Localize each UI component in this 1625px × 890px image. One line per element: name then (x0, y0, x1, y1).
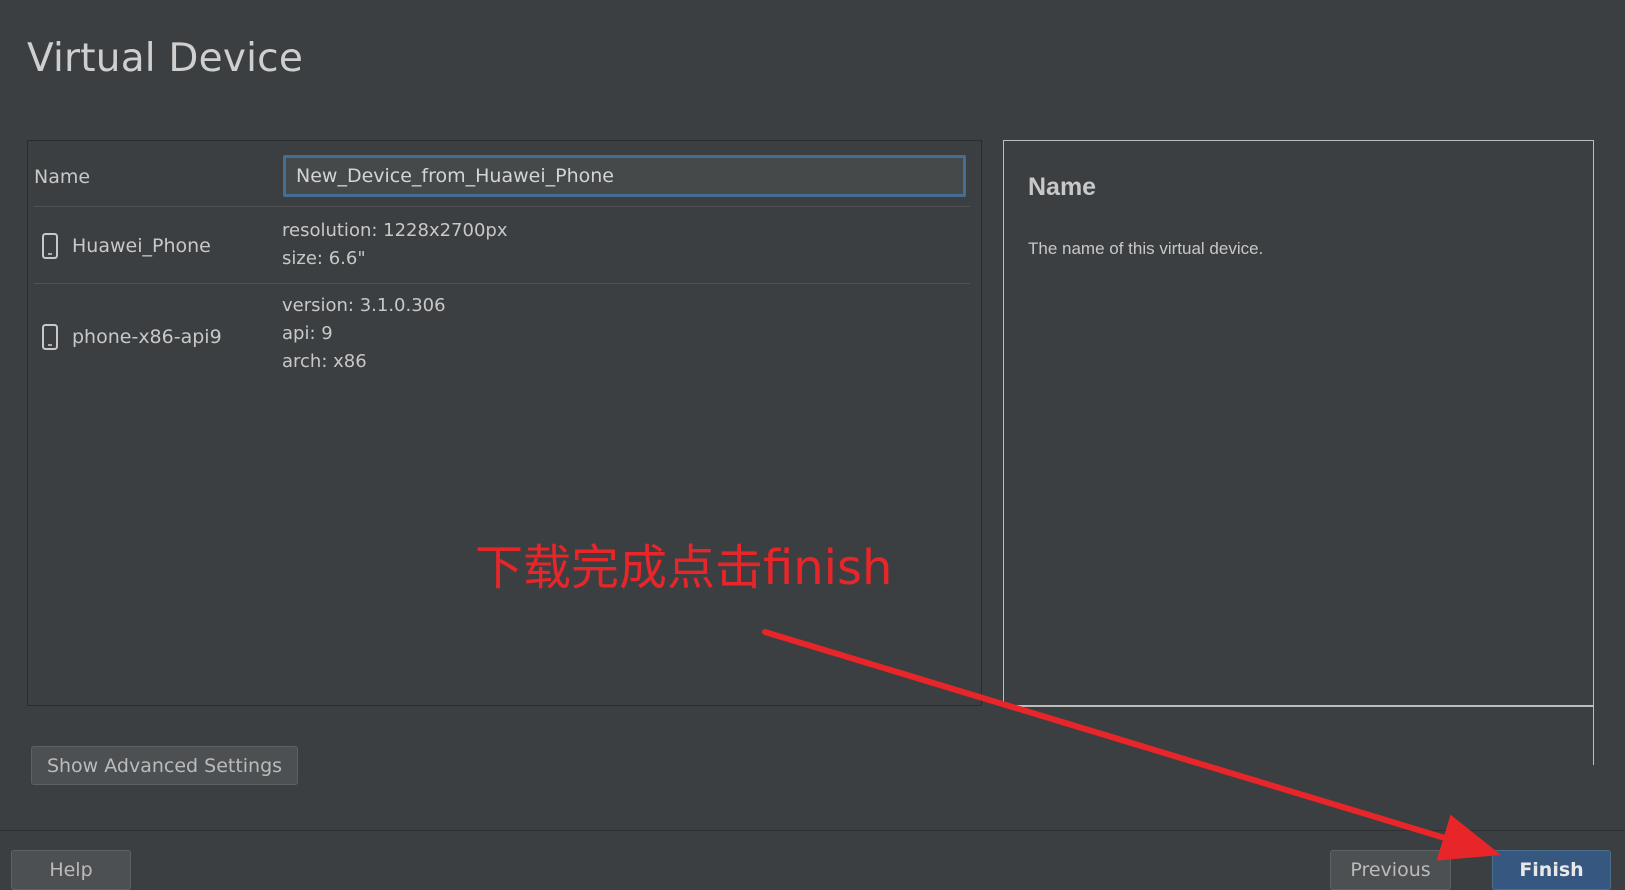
phone-icon (42, 233, 58, 259)
footer-divider (0, 830, 1625, 831)
help-button[interactable]: Help (11, 850, 131, 890)
name-row: Name (34, 147, 970, 207)
detail-line: arch: x86 (282, 351, 367, 372)
finish-button[interactable]: Finish (1492, 850, 1611, 890)
detail-line: version: 3.1.0.306 (282, 295, 446, 316)
device-details: resolution: 1228x2700px size: 6.6" (282, 217, 508, 273)
device-details: version: 3.1.0.306 api: 9 arch: x86 (282, 292, 446, 376)
help-text: The name of this virtual device. (1028, 239, 1264, 258)
device-cell: Huawei_Phone (38, 233, 211, 259)
device-row-hardware[interactable]: Huawei_Phone resolution: 1228x2700px siz… (34, 207, 970, 284)
help-panel: Name The name of this virtual device. (1003, 140, 1594, 707)
device-name-input[interactable] (283, 155, 966, 197)
name-label: Name (34, 166, 91, 188)
device-name-label: phone-x86-api9 (72, 326, 222, 348)
device-cell: phone-x86-api9 (38, 324, 222, 350)
device-name-label: Huawei_Phone (72, 235, 211, 257)
help-title: Name (1028, 173, 1097, 201)
annotation-text: 下载完成点击finish (475, 540, 893, 596)
detail-line: api: 9 (282, 323, 333, 344)
help-panel-scroll-edge (1593, 200, 1594, 765)
show-advanced-settings-button[interactable]: Show Advanced Settings (31, 746, 298, 785)
device-row-system-image[interactable]: phone-x86-api9 version: 3.1.0.306 api: 9… (34, 284, 970, 390)
phone-icon (42, 324, 58, 350)
virtual-device-dialog: Virtual Device Name Huawei_Phone resolut… (0, 0, 1625, 890)
previous-button[interactable]: Previous (1330, 850, 1451, 890)
detail-line: resolution: 1228x2700px (282, 220, 508, 241)
device-settings-panel: Name Huawei_Phone resolution: 1228x2700p… (27, 140, 982, 706)
page-title: Virtual Device (27, 36, 304, 81)
detail-line: size: 6.6" (282, 248, 366, 269)
